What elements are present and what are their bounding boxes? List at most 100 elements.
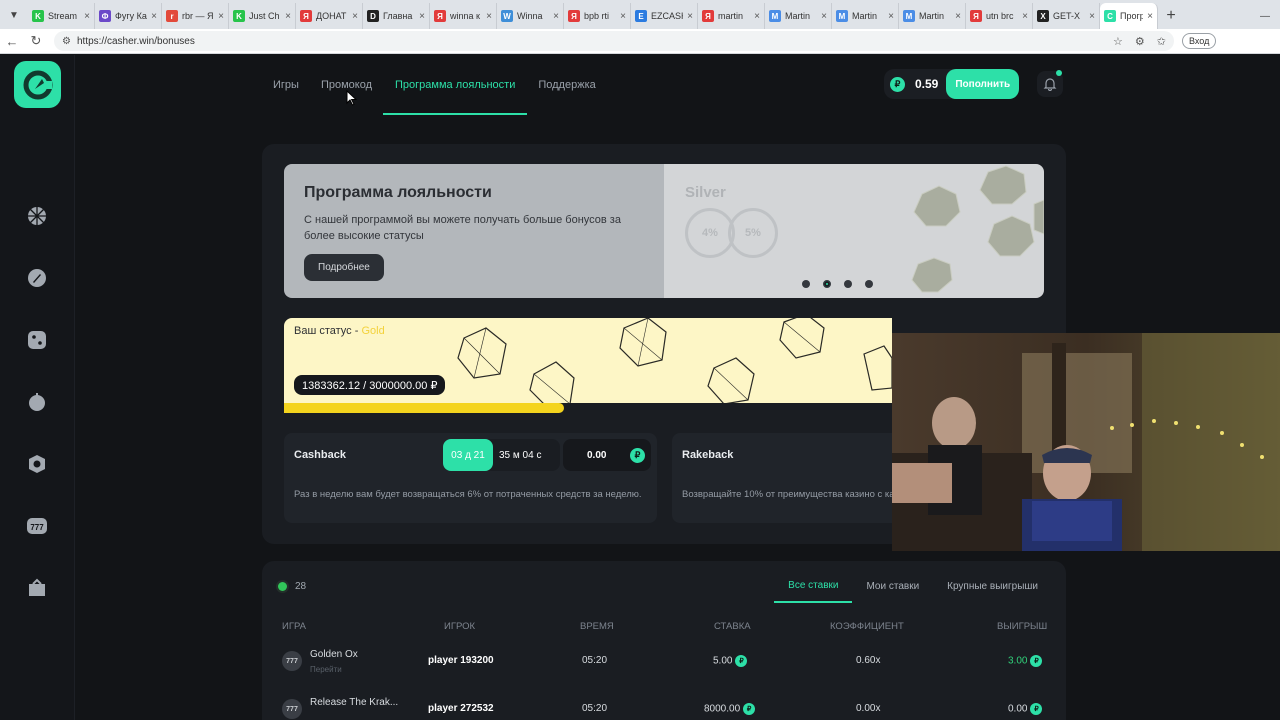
tab-close-icon[interactable]: ×	[151, 11, 157, 22]
plinko-icon[interactable]	[26, 453, 48, 475]
tab-close-icon[interactable]: ×	[419, 11, 425, 22]
browser-tab[interactable]: Яbpb rti ×	[564, 3, 631, 29]
deposit-button[interactable]: Пополнить	[946, 69, 1020, 99]
tab-favicon-icon: r	[166, 10, 178, 22]
tab-label: rbr — Я	[182, 11, 214, 21]
cashback-title: Cashback	[294, 449, 346, 461]
silver-title: Silver	[685, 184, 726, 201]
tab-close-icon[interactable]: ×	[754, 11, 760, 22]
reload-icon[interactable]: ↻	[24, 29, 48, 53]
wheel-icon[interactable]	[26, 205, 48, 227]
tab-close-icon[interactable]: ×	[352, 11, 358, 22]
minimize-icon[interactable]: —	[1250, 3, 1280, 29]
tab-close-icon[interactable]: ×	[84, 11, 90, 22]
bookmark-star-icon[interactable]: ☆	[1113, 35, 1123, 48]
browser-tab[interactable]: M Martin ×	[765, 3, 832, 29]
browser-tab[interactable]: r rbr — Я ×	[162, 3, 229, 29]
apple-icon[interactable]	[26, 391, 48, 413]
cashback-claim-button[interactable]: 0.00 ₽	[563, 439, 651, 471]
balance-amount: 0.59	[915, 77, 939, 91]
new-tab-button[interactable]: +	[1158, 3, 1184, 29]
browser-tab[interactable]: Яmartin ×	[698, 3, 765, 29]
tab-close-icon[interactable]: ×	[821, 11, 827, 22]
cashback-amount: 0.00	[587, 449, 607, 461]
browser-tab[interactable]: Яutn brc ×	[966, 3, 1033, 29]
bet-time: 05:20	[582, 703, 608, 714]
extensions-icon[interactable]: ⚙	[1135, 35, 1145, 48]
more-details-button[interactable]: Подробнее	[304, 254, 384, 281]
carousel-dot-2[interactable]	[823, 280, 831, 288]
tab-close-icon[interactable]: ×	[1147, 11, 1153, 22]
collections-icon[interactable]: ✩	[1157, 35, 1166, 48]
status-progress-text: 1383362.12 / 3000000.00 ₽	[294, 375, 446, 395]
webcam-overlay	[892, 333, 1280, 551]
tab-close-icon[interactable]: ×	[620, 11, 626, 22]
browser-tab[interactable]: C Програ ×	[1100, 3, 1158, 29]
slots-777-icon[interactable]: 777	[26, 515, 48, 537]
notification-dot	[1056, 70, 1062, 76]
url-field[interactable]: ⚙ https://casher.win/bonuses ☆ ⚙ ✩	[54, 31, 1174, 51]
bet-win: 3.00 ₽	[1008, 655, 1043, 667]
site-info-icon[interactable]: ⚙	[62, 36, 71, 47]
tab-close-icon[interactable]: ×	[486, 11, 492, 22]
notifications-button[interactable]	[1037, 70, 1063, 97]
carousel-dot-1[interactable]	[802, 280, 810, 288]
tab-search-icon[interactable]: ▼	[0, 1, 28, 29]
tab-close-icon[interactable]: ×	[1089, 11, 1095, 22]
browser-tab[interactable]: Яwinna к ×	[430, 3, 497, 29]
browser-tab[interactable]: M Martin ×	[899, 3, 966, 29]
browser-tab[interactable]: D Главна ×	[363, 3, 430, 29]
nav-games[interactable]: Игры	[262, 71, 310, 115]
col-win: Выигрыш	[997, 621, 1048, 632]
game-name[interactable]: Release The Krak...	[310, 697, 398, 708]
tab-favicon-icon: W	[501, 10, 513, 22]
status-progress-track	[284, 403, 892, 413]
nav-loyalty-program[interactable]: Программа лояльности	[383, 71, 528, 115]
online-counter: 28	[278, 581, 306, 592]
nav-support[interactable]: Поддержка	[527, 71, 606, 115]
ruble-coin-icon: ₽	[1030, 703, 1043, 715]
gold-gems-decoration	[457, 318, 892, 404]
tab-close-icon[interactable]: ×	[888, 11, 894, 22]
carousel-dot-3[interactable]	[844, 280, 852, 288]
browser-tab[interactable]: M Martin ×	[832, 3, 899, 29]
table-row: 777 Release The Krak... player 272532 05…	[262, 691, 1066, 720]
browser-tab[interactable]: K Just Ch ×	[229, 3, 296, 29]
tab-close-icon[interactable]: ×	[218, 11, 224, 22]
tab-label: Програ	[1120, 11, 1143, 21]
browser-tab[interactable]: Я ДОНАТ ×	[296, 3, 363, 29]
rocket-icon[interactable]	[26, 267, 48, 289]
game-name[interactable]: Golden Ox	[310, 649, 358, 660]
game-link[interactable]: Перейти	[310, 665, 342, 674]
tab-big-wins[interactable]: Крупные выигрыши	[933, 569, 1052, 603]
carousel-dot-4[interactable]	[865, 280, 873, 288]
bet-win: 0.00 ₽	[1008, 703, 1043, 715]
bet-time: 05:20	[582, 655, 608, 666]
tab-close-icon[interactable]: ×	[553, 11, 559, 22]
browser-tab[interactable]: Ф Фугу Ка ×	[95, 3, 162, 29]
tab-close-icon[interactable]: ×	[955, 11, 961, 22]
online-count: 28	[295, 581, 307, 592]
bets-tabs: Все ставки Мои ставки Крупные выигрыши	[774, 569, 1052, 603]
browser-tab[interactable]: X GET-X ×	[1033, 3, 1100, 29]
tab-favicon-icon: Я	[970, 10, 982, 22]
live-games-icon[interactable]	[26, 577, 48, 599]
browser-tab[interactable]: K Stream ×	[28, 3, 95, 29]
tab-label: martin	[718, 11, 744, 21]
browser-tab[interactable]: W Winna ×	[497, 3, 564, 29]
tab-label: ДОНАТ	[316, 11, 347, 21]
casher-logo[interactable]	[14, 61, 61, 108]
tab-label: Martin	[785, 11, 811, 21]
tab-close-icon[interactable]: ×	[285, 11, 291, 22]
back-icon[interactable]: ←	[0, 29, 24, 53]
tab-close-icon[interactable]: ×	[1022, 11, 1028, 22]
browser-tab[interactable]: E EZCASH ×	[631, 3, 698, 29]
tab-all-bets[interactable]: Все ставки	[774, 569, 853, 603]
tab-my-bets[interactable]: Мои ставки	[852, 569, 933, 603]
tab-close-icon[interactable]: ×	[687, 11, 693, 22]
player-name: player 193200	[428, 655, 494, 666]
table-row: 777 Golden Ox Перейти player 193200 05:2…	[262, 643, 1066, 683]
tab-label: Фугу Ка	[115, 11, 147, 21]
login-button[interactable]: Вход	[1182, 33, 1217, 49]
dice-icon[interactable]	[26, 329, 48, 351]
